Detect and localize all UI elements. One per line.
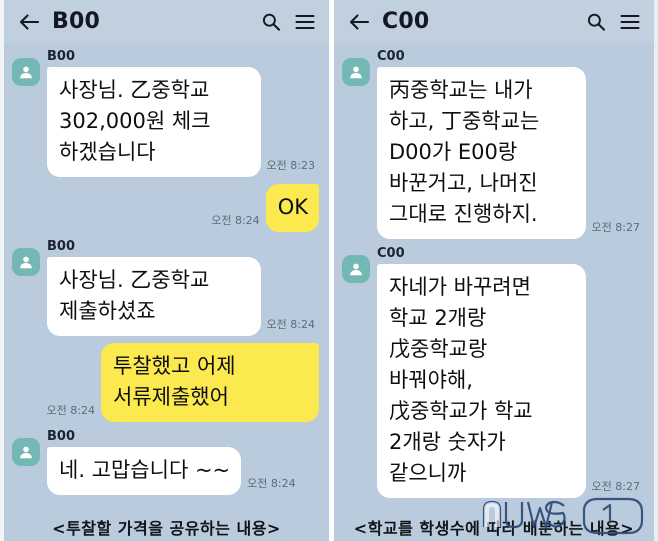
message-timestamp: 오전 8:23 [266, 159, 315, 172]
chat-panel-right: C00 C00 丙중학교는 내가 하고, 丁중학교는 D00가 E00랑 바꾼거… [329, 0, 658, 541]
message-outgoing: 오전 8:24 OK [12, 184, 319, 232]
chat-title: B00 [52, 9, 100, 34]
message-incoming: C00 자네가 바꾸려면 학교 2개랑 戊중학교랑 바꿔야해, 戊중학교가 학교… [342, 246, 644, 498]
message-timestamp: 오전 8:24 [266, 318, 315, 331]
message-bubble[interactable]: 자네가 바꾸려면 학교 2개랑 戊중학교랑 바꿔야해, 戊중학교가 학교 2개랑… [377, 264, 586, 498]
search-icon[interactable] [259, 10, 283, 34]
message-incoming: B00 사장님. 乙중학교 302,000원 체크 하겠습니다 오전 8:23 [12, 49, 319, 177]
message-sender: B00 [47, 239, 75, 254]
chat-title: C00 [382, 9, 430, 34]
arrow-left-icon[interactable] [348, 11, 370, 33]
avatar[interactable] [12, 58, 40, 86]
message-bubble[interactable]: 네. 고맙습니다 ~~ [47, 447, 242, 495]
chat-header: B00 [4, 0, 329, 43]
arrow-left-icon[interactable] [18, 11, 40, 33]
avatar[interactable] [12, 438, 40, 466]
message-sender: B00 [47, 49, 75, 64]
message-sender: B00 [47, 429, 75, 444]
message-timestamp: 오전 8:24 [211, 214, 260, 227]
message-timestamp: 오전 8:24 [46, 404, 95, 417]
message-bubble[interactable]: 丙중학교는 내가 하고, 丁중학교는 D00가 E00랑 바꾼거고, 나머진 그… [377, 67, 586, 239]
hamburger-menu-icon[interactable] [618, 10, 642, 34]
panel-caption: <투찰할 가격을 공유하는 내용> [52, 519, 281, 538]
avatar[interactable] [342, 255, 370, 283]
message-timestamp: 오전 8:24 [247, 477, 296, 490]
hamburger-menu-icon[interactable] [293, 10, 317, 34]
message-bubble[interactable]: 투찰했고 어제 서류제출했어 [101, 343, 319, 422]
message-timestamp: 오전 8:27 [591, 221, 640, 234]
message-incoming: B00 네. 고맙습니다 ~~ 오전 8:24 [12, 429, 319, 495]
message-sender: C00 [377, 49, 405, 64]
chat-screenshot-composite: B00 B00 사장님. 乙중학교 302,000원 체크 하겠습니다 오전 8… [0, 0, 658, 541]
message-bubble[interactable]: 사장님. 乙중학교 302,000원 체크 하겠습니다 [47, 67, 261, 177]
avatar[interactable] [12, 248, 40, 276]
message-incoming: C00 丙중학교는 내가 하고, 丁중학교는 D00가 E00랑 바꾼거고, 나… [342, 49, 644, 239]
message-outgoing: 오전 8:24 투찰했고 어제 서류제출했어 [12, 343, 319, 422]
search-icon[interactable] [584, 10, 608, 34]
message-bubble[interactable]: 사장님. 乙중학교 제출하셨죠 [47, 257, 261, 336]
message-incoming: B00 사장님. 乙중학교 제출하셨죠 오전 8:24 [12, 239, 319, 336]
message-list[interactable]: C00 丙중학교는 내가 하고, 丁중학교는 D00가 E00랑 바꾼거고, 나… [334, 43, 654, 498]
message-sender: C00 [377, 246, 405, 261]
chat-header: C00 [334, 0, 654, 43]
message-timestamp: 오전 8:27 [591, 480, 640, 493]
avatar[interactable] [342, 58, 370, 86]
panel-caption: <학교를 학생수에 따라 배분하는 내용> [353, 519, 635, 538]
message-list[interactable]: B00 사장님. 乙중학교 302,000원 체크 하겠습니다 오전 8:23 … [4, 43, 329, 495]
chat-panel-left: B00 B00 사장님. 乙중학교 302,000원 체크 하겠습니다 오전 8… [0, 0, 329, 541]
message-bubble[interactable]: OK [265, 184, 319, 232]
